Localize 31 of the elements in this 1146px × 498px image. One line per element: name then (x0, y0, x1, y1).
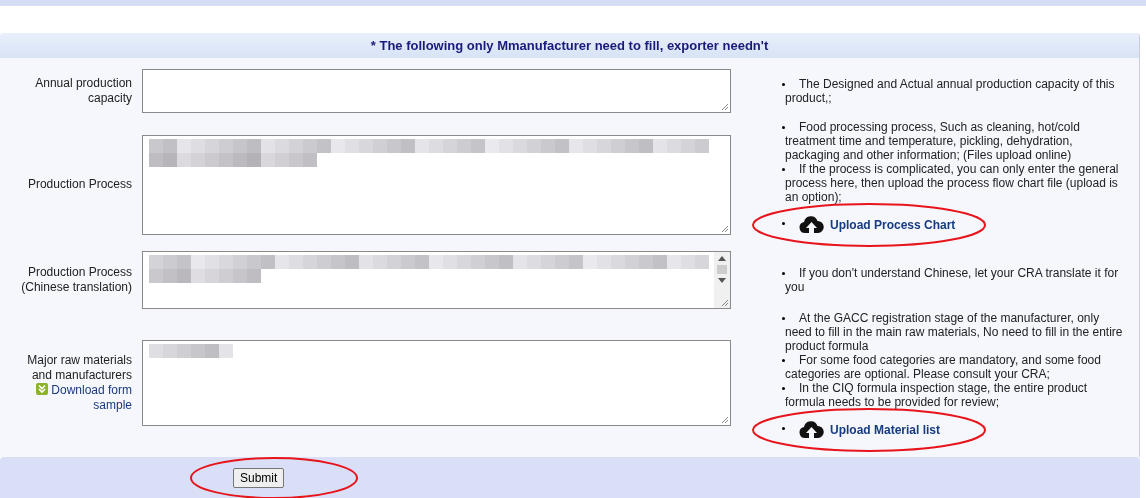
note-text: At the GACC registration stage of the manufacturer, only need to fill in the main raw materials, No need to fill in the entire product formula (785, 311, 1123, 353)
note-text: If the process is complicated, you can only enter the general process here, then upload the process flow chart file (upload is an option); (785, 162, 1120, 204)
scrollbar-thumb[interactable] (717, 265, 727, 274)
note-text: If you don't understand Chinese, let your CRA translate it for you (785, 266, 1120, 294)
field-label: Annual production capacity (34, 76, 132, 106)
field-label: Major raw materials and manufacturers (26, 352, 132, 383)
scrollbar[interactable] (714, 252, 730, 308)
download-icon (36, 382, 49, 395)
resize-grip-icon[interactable] (721, 415, 729, 424)
cloud-upload-icon (799, 421, 824, 439)
resize-grip-icon[interactable] (721, 103, 729, 111)
text-area[interactable] (142, 251, 731, 309)
up-arrow-icon[interactable] (718, 256, 726, 261)
text-area[interactable] (142, 69, 731, 113)
submit-button[interactable]: Submit (233, 467, 285, 488)
text-area[interactable] (142, 339, 731, 426)
field-label: Production Process (27, 177, 132, 192)
resize-grip-icon[interactable] (721, 224, 729, 233)
note-text: Food processing process, Such as cleaning, hot/cold treatment time and temperature, pickling, dehydration, packaging and other information; (Files upload online) (785, 120, 1081, 162)
download-link[interactable]: Download form sample (32, 382, 132, 413)
text-area[interactable] (142, 134, 731, 235)
upload-link[interactable]: Upload Process Chart (830, 218, 956, 232)
upload-link[interactable]: Upload Material list (830, 423, 941, 437)
note-text: For some food categories are mandatory, and some food categories are optional. Please consult your CRA; (785, 353, 1102, 381)
cloud-upload-icon (799, 216, 824, 234)
note-text: The Designed and Actual annual production capacity of this product,; (785, 77, 1116, 105)
down-arrow-icon[interactable] (718, 278, 726, 283)
field-label: Production Process (Chinese translation) (20, 265, 132, 295)
note-text: In the CIQ formula inspection stage, the entire product formula needs to be provided for review; (785, 381, 1089, 409)
resize-grip-icon[interactable] (721, 299, 729, 307)
section-header: * The following only Mmanufacturer need to fill, exporter needn't (0, 33, 1139, 58)
